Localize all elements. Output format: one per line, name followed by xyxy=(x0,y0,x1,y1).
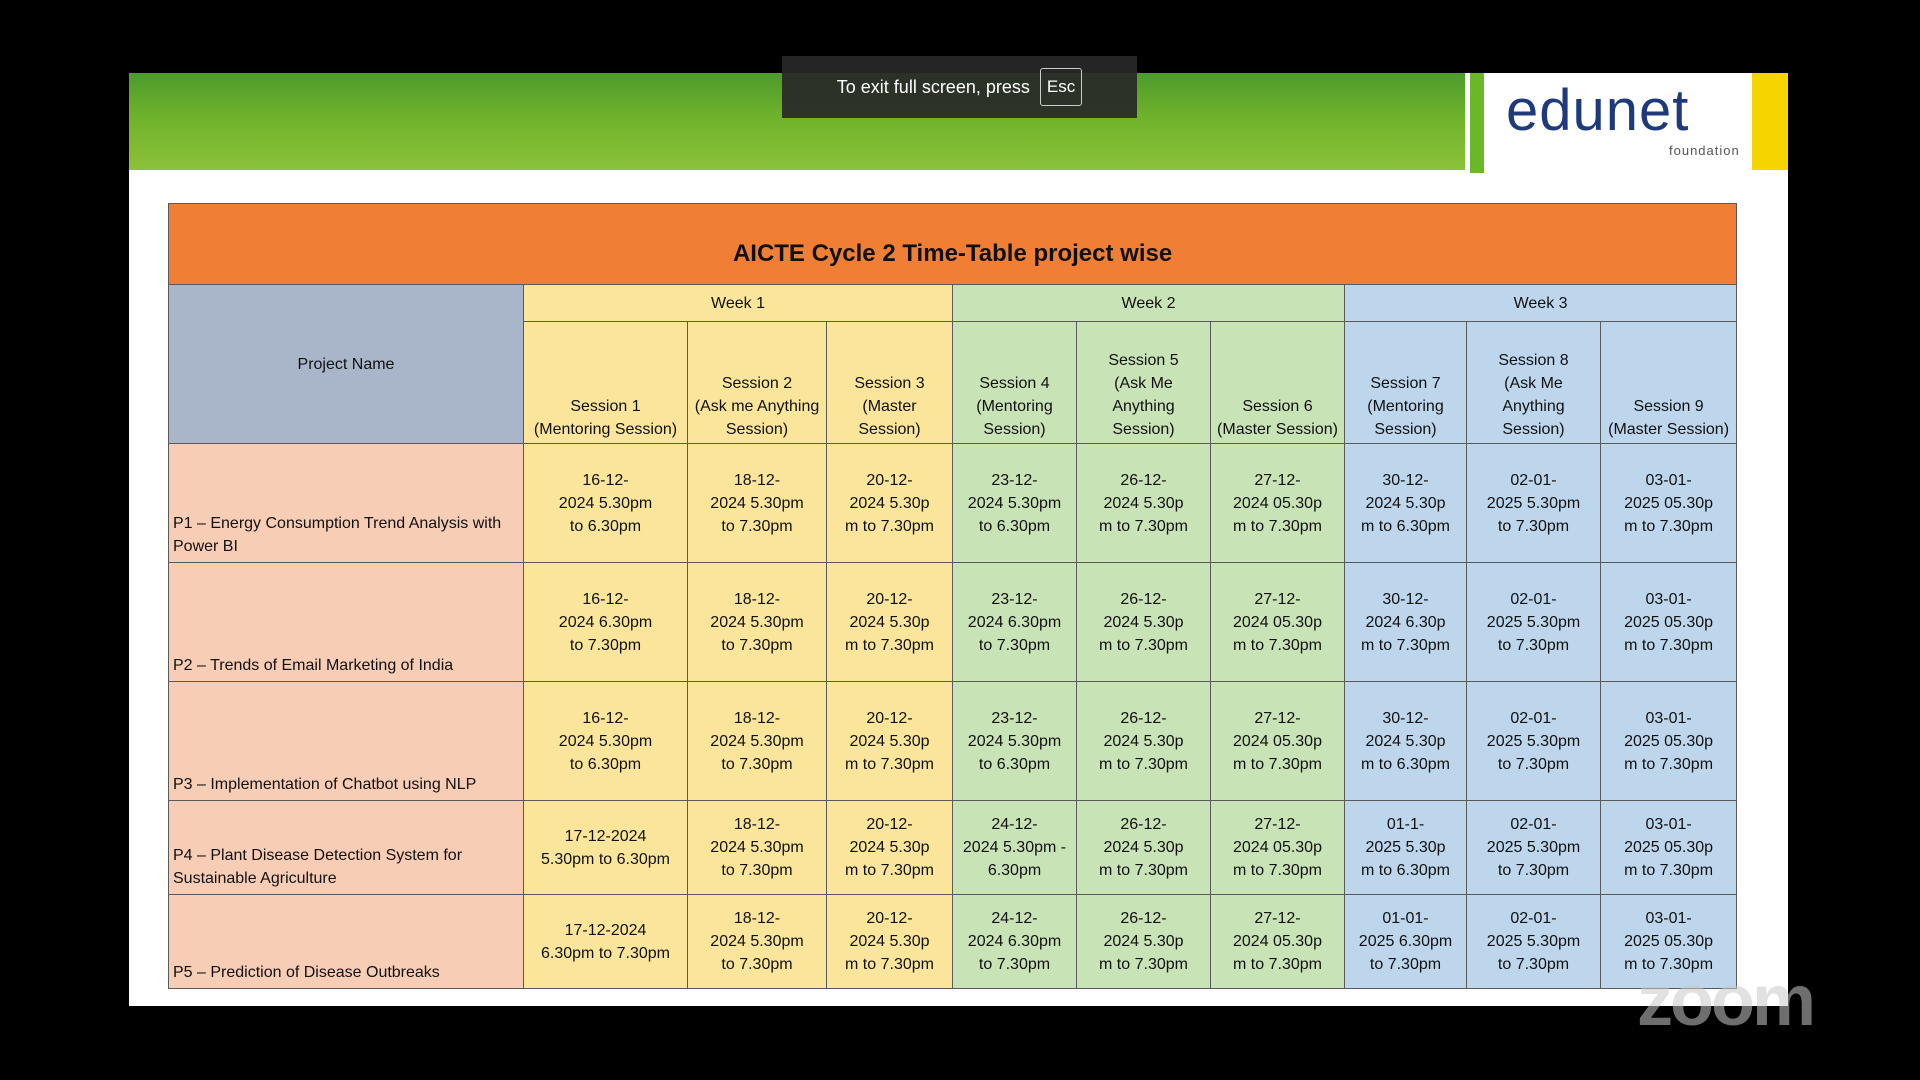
timetable: AICTE Cycle 2 Time-Table project wise Pr… xyxy=(167,203,1738,989)
schedule-cell: 27-12- 2024 05.30p m to 7.30pm xyxy=(1210,562,1345,682)
logo-subtext: foundation xyxy=(1669,143,1740,158)
schedule-cell: 16-12- 2024 6.30pm to 7.30pm xyxy=(523,562,688,682)
logo-green-bar xyxy=(1470,73,1484,173)
schedule-cell: 01-1- 2025 5.30p m to 6.30pm xyxy=(1344,800,1467,895)
timetable-body: P1 – Energy Consumption Trend Analysis w… xyxy=(168,443,1738,989)
schedule-cell: 20-12- 2024 5.30p m to 7.30pm xyxy=(826,562,953,682)
week-2-header: Week 2 xyxy=(952,284,1345,322)
presentation-slide: edunet foundation AICTE Cycle 2 Time-Tab… xyxy=(129,73,1788,1006)
session-header: Session 7 (Mentoring Session) xyxy=(1344,321,1467,444)
edunet-logo: edunet foundation xyxy=(1470,73,1788,173)
zoom-watermark: zoom xyxy=(1637,961,1816,1041)
toast-text: To exit full screen, press xyxy=(836,76,1030,97)
schedule-cell: 18-12- 2024 5.30pm to 7.30pm xyxy=(687,443,827,563)
schedule-cell: 20-12- 2024 5.30p m to 7.30pm xyxy=(826,894,953,989)
table-row: P4 – Plant Disease Detection System for … xyxy=(168,800,1738,895)
session-header: Session 9 (Master Session) xyxy=(1599,321,1738,444)
session-header: Session 3 (Master Session) xyxy=(826,321,953,444)
schedule-cell: 02-01- 2025 5.30pm to 7.30pm xyxy=(1466,443,1601,563)
schedule-cell: 27-12- 2024 05.30p m to 7.30pm xyxy=(1210,443,1345,563)
table-row: P3 – Implementation of Chatbot using NLP… xyxy=(168,681,1738,801)
schedule-cell: 24-12- 2024 6.30pm to 7.30pm xyxy=(952,894,1077,989)
session-header: Session 6 (Master Session) xyxy=(1210,321,1345,444)
table-row: P1 – Energy Consumption Trend Analysis w… xyxy=(168,443,1738,563)
fullscreen-exit-toast: To exit full screen, press Esc xyxy=(782,56,1137,118)
week-3-header: Week 3 xyxy=(1343,284,1738,322)
schedule-cell: 24-12- 2024 5.30pm - 6.30pm xyxy=(952,800,1077,895)
schedule-cell: 03-01- 2025 05.30p m to 7.30pm xyxy=(1599,443,1738,563)
schedule-cell: 18-12- 2024 5.30pm to 7.30pm xyxy=(687,894,827,989)
table-row: P2 – Trends of Email Marketing of India 1… xyxy=(168,562,1738,682)
project-name-cell: P3 – Implementation of Chatbot using NLP xyxy=(168,681,524,801)
schedule-cell: 23-12- 2024 5.30pm to 6.30pm xyxy=(952,681,1077,801)
schedule-cell: 02-01- 2025 5.30pm to 7.30pm xyxy=(1466,894,1601,989)
schedule-cell: 30-12- 2024 6.30p m to 7.30pm xyxy=(1344,562,1467,682)
schedule-cell: 16-12- 2024 5.30pm to 6.30pm xyxy=(523,443,688,563)
schedule-cell: 02-01- 2025 5.30pm to 7.30pm xyxy=(1466,562,1601,682)
session-header: Session 8 (Ask Me Anything Session) xyxy=(1466,321,1601,444)
schedule-cell: 20-12- 2024 5.30p m to 7.30pm xyxy=(826,443,953,563)
schedule-cell: 26-12- 2024 5.30p m to 7.30pm xyxy=(1076,800,1211,895)
schedule-cell: 26-12- 2024 5.30p m to 7.30pm xyxy=(1076,681,1211,801)
session-header: Session 1 (Mentoring Session) xyxy=(523,321,688,444)
project-name-cell: P4 – Plant Disease Detection System for … xyxy=(168,800,524,895)
schedule-cell: 17-12-2024 5.30pm to 6.30pm xyxy=(523,800,688,895)
schedule-cell: 26-12- 2024 5.30p m to 7.30pm xyxy=(1076,894,1211,989)
schedule-cell: 18-12- 2024 5.30pm to 7.30pm xyxy=(687,681,827,801)
schedule-cell: 03-01- 2025 05.30p m to 7.30pm xyxy=(1599,800,1738,895)
schedule-cell: 03-01- 2025 05.30p m to 7.30pm xyxy=(1599,562,1738,682)
schedule-cell: 27-12- 2024 05.30p m to 7.30pm xyxy=(1210,894,1345,989)
schedule-cell: 01-01- 2025 6.30pm to 7.30pm xyxy=(1344,894,1467,989)
schedule-cell: 27-12- 2024 05.30p m to 7.30pm xyxy=(1210,681,1345,801)
schedule-cell: 27-12- 2024 05.30p m to 7.30pm xyxy=(1210,800,1345,895)
schedule-cell: 02-01- 2025 5.30pm to 7.30pm xyxy=(1466,800,1601,895)
project-name-cell: P5 – Prediction of Disease Outbreaks xyxy=(168,894,524,989)
schedule-cell: 16-12- 2024 5.30pm to 6.30pm xyxy=(523,681,688,801)
schedule-cell: 30-12- 2024 5.30p m to 6.30pm xyxy=(1344,681,1467,801)
week-1-header: Week 1 xyxy=(523,284,953,322)
table-row: P5 – Prediction of Disease Outbreaks 17-1… xyxy=(168,894,1738,989)
schedule-cell: 18-12- 2024 5.30pm to 7.30pm xyxy=(687,562,827,682)
schedule-cell: 20-12- 2024 5.30p m to 7.30pm xyxy=(826,681,953,801)
schedule-cell: 26-12- 2024 5.30p m to 7.30pm xyxy=(1076,443,1211,563)
esc-key: Esc xyxy=(1039,68,1083,106)
logo-text: edunet xyxy=(1506,78,1690,143)
schedule-cell: 30-12- 2024 5.30p m to 6.30pm xyxy=(1344,443,1467,563)
schedule-cell: 23-12- 2024 5.30pm to 6.30pm xyxy=(952,443,1077,563)
schedule-cell: 02-01- 2025 5.30pm to 7.30pm xyxy=(1466,681,1601,801)
schedule-cell: 20-12- 2024 5.30p m to 7.30pm xyxy=(826,800,953,895)
session-header: Session 4 (Mentoring Session) xyxy=(952,321,1077,444)
schedule-cell: 26-12- 2024 5.30p m to 7.30pm xyxy=(1076,562,1211,682)
schedule-cell: 03-01- 2025 05.30p m to 7.30pm xyxy=(1599,681,1738,801)
schedule-cell: 18-12- 2024 5.30pm to 7.30pm xyxy=(687,800,827,895)
timetable-title: AICTE Cycle 2 Time-Table project wise xyxy=(167,203,1738,285)
schedule-cell: 17-12-2024 6.30pm to 7.30pm xyxy=(523,894,688,989)
project-name-cell: P2 – Trends of Email Marketing of India xyxy=(168,562,524,682)
logo-yellow-bar xyxy=(1752,73,1788,170)
project-name-cell: P1 – Energy Consumption Trend Analysis w… xyxy=(168,443,524,563)
schedule-cell: 23-12- 2024 6.30pm to 7.30pm xyxy=(952,562,1077,682)
session-header: Session 2 (Ask me Anything Session) xyxy=(687,321,827,444)
project-name-header: Project Name xyxy=(168,284,524,444)
session-header: Session 5 (Ask Me Anything Session) xyxy=(1076,321,1211,444)
